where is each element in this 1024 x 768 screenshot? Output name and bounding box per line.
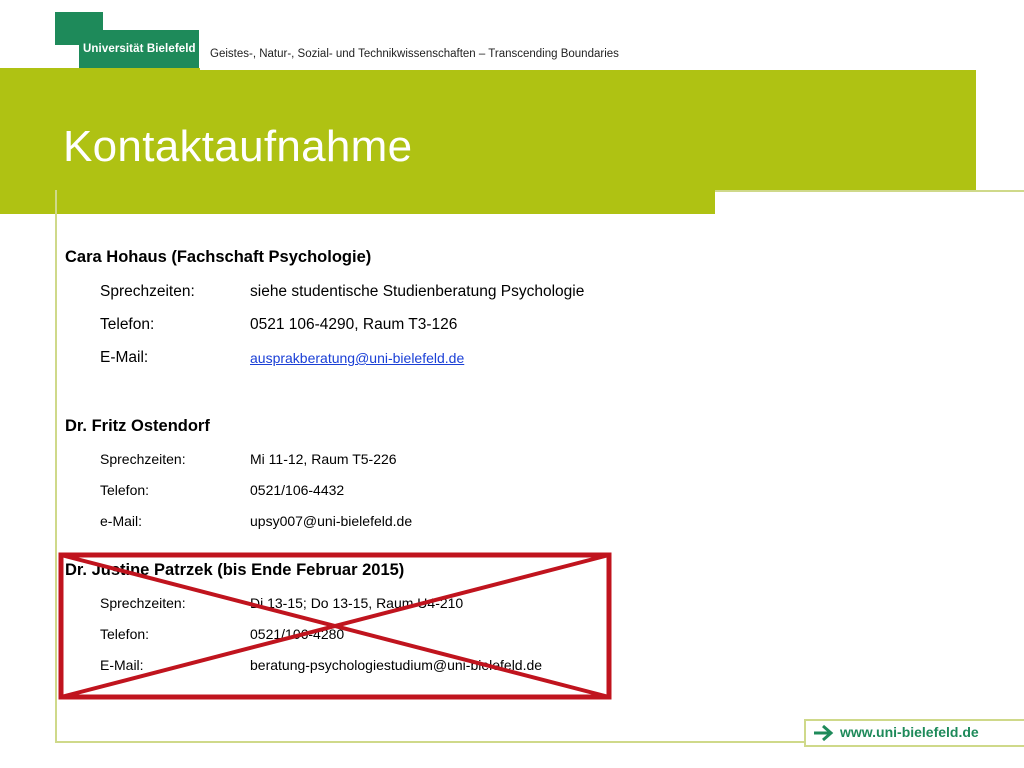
footer-url-link[interactable]: www.uni-bielefeld.de xyxy=(840,724,979,740)
contact-label: Telefon: xyxy=(100,482,150,498)
contact-label: Sprechzeiten: xyxy=(100,451,186,467)
contact-value: 0521 106-4290, Raum T3-126 xyxy=(250,316,458,333)
contact-value: upsy007@uni-bielefeld.de xyxy=(250,513,413,529)
cross-out-mark xyxy=(58,552,612,700)
university-logo-text: Universität Bielefeld xyxy=(83,43,196,55)
contact-name: Cara Hohaus (Fachschaft Psychologie) xyxy=(65,248,372,266)
email-link[interactable]: ausprakberatung@uni-bielefeld.de xyxy=(250,350,464,366)
frame-line-bottom xyxy=(55,741,805,743)
page-title: Kontaktaufnahme xyxy=(63,122,413,171)
frame-line-left xyxy=(55,190,57,743)
contact-label: Telefon: xyxy=(100,316,155,333)
tagline: Geistes-, Natur-, Sozial- und Technikwis… xyxy=(210,48,619,60)
header-band-lower xyxy=(55,190,715,214)
contact-name: Dr. Fritz Ostendorf xyxy=(65,417,210,435)
contact-value: Mi 11-12, Raum T5-226 xyxy=(250,451,397,467)
arrow-right-icon xyxy=(814,724,834,742)
contact-value: siehe studentische Studienberatung Psych… xyxy=(250,283,585,300)
contact-label: Sprechzeiten: xyxy=(100,283,195,300)
contact-label: E-Mail: xyxy=(100,349,149,366)
header-band-left xyxy=(0,190,55,214)
frame-line-top xyxy=(715,190,1024,192)
contact-value: 0521/106-4432 xyxy=(250,482,345,498)
contact-label: e-Mail: xyxy=(100,513,143,529)
